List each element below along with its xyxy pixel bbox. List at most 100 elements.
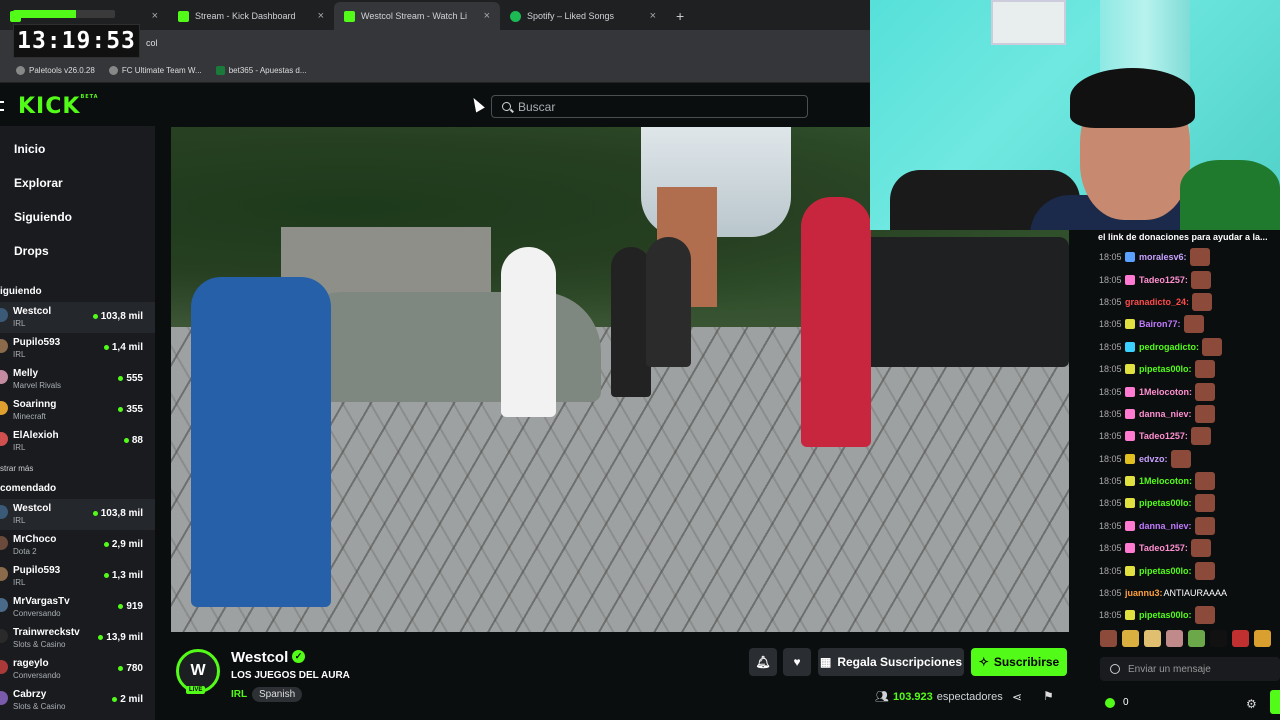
show-more-link[interactable]: strar más: [0, 457, 155, 479]
gift-icon: ▦: [819, 655, 832, 669]
subscribe-button[interactable]: ✧ Suscribirse: [971, 648, 1067, 676]
channel-category: Conversando: [13, 609, 61, 618]
avatar: [0, 308, 8, 322]
language-tag[interactable]: Spanish: [252, 687, 303, 702]
live-dot-icon: [118, 666, 124, 671]
sidebar-channel[interactable]: Cabrzy Slots & Casino 2 mil: [0, 685, 155, 716]
browser-tab-spotify[interactable]: Spotify – Liked Songs ×: [500, 2, 666, 30]
gift-subscriptions-button[interactable]: ▦ Regala Suscripciones: [818, 648, 964, 676]
channel-name: Cabrzy: [13, 689, 47, 700]
channel-name: ElAlexioh: [13, 430, 59, 441]
emote-icon[interactable]: [1210, 630, 1227, 647]
message-username[interactable]: Tadeo1257:: [1139, 543, 1188, 553]
sidebar-channel[interactable]: Westcol IRL 103,8 mil: [0, 302, 155, 333]
report-icon[interactable]: ⚑: [1043, 689, 1054, 703]
channel-name: MrChoco: [13, 534, 57, 545]
live-dot-icon: [123, 438, 129, 443]
close-icon[interactable]: ×: [318, 10, 324, 22]
chat-message: 18:05 pipetas00lo:: [1085, 492, 1280, 514]
sidebar-channel[interactable]: Westcol IRL 103,8 mil: [0, 499, 155, 530]
follow-button[interactable]: ♥: [783, 648, 811, 676]
avatar: [0, 432, 8, 446]
new-tab-button[interactable]: +: [666, 2, 694, 30]
message-username[interactable]: Bairon77:: [1139, 319, 1181, 329]
chat-send-button[interactable]: [1270, 690, 1280, 714]
kick-logo[interactable]: KICKBETA: [18, 94, 99, 119]
sidebar-channel[interactable]: rageylo Conversando 780: [0, 654, 155, 685]
sidebar-channel[interactable]: MrChoco Dota 2 2,9 mil: [0, 530, 155, 561]
emote-icon[interactable]: [1122, 630, 1139, 647]
live-dot-icon: [92, 511, 98, 516]
emote-icon[interactable]: [1100, 630, 1117, 647]
message-time: 18:05: [1099, 588, 1122, 599]
notifications-button[interactable]: 🔔︎: [749, 648, 777, 676]
browser-tab-westcol-stream[interactable]: Westcol Stream - Watch Li ×: [334, 2, 500, 30]
message-username[interactable]: 1Melocoton:: [1139, 476, 1192, 486]
message-username[interactable]: danna_niev:: [1139, 521, 1192, 531]
channel-viewers: 103,8 mil: [92, 311, 143, 322]
close-icon[interactable]: ×: [484, 10, 490, 22]
bookmark-label: Paletools v26.0.28: [29, 65, 95, 75]
sidebar-channel[interactable]: Pupilo593 IRL 1,3 mil: [0, 561, 155, 592]
message-username[interactable]: Tadeo1257:: [1139, 431, 1188, 441]
emote-icon[interactable]: [1188, 630, 1205, 647]
bookmark-paletools[interactable]: Paletools v26.0.28: [16, 65, 95, 75]
channel-name[interactable]: Westcol: [231, 649, 288, 666]
viewer-number: 103.923: [892, 690, 933, 703]
message-username[interactable]: danna_niev:: [1139, 409, 1192, 419]
emote-icon: [1190, 539, 1211, 558]
webcam-air-conditioner: [991, 0, 1066, 45]
message-username[interactable]: Tadeo1257:: [1139, 275, 1188, 285]
message-username[interactable]: pipetas00lo:: [1139, 498, 1192, 508]
sidebar-channel[interactable]: Soarinng Minecraft 355: [0, 395, 155, 426]
emote-icon[interactable]: [1166, 630, 1183, 647]
nav-siguiendo[interactable]: Siguiendo: [0, 200, 155, 234]
bookmark-label: bet365 - Apuestas d...: [228, 65, 307, 75]
close-icon[interactable]: ×: [650, 10, 656, 22]
video-person-blue: [191, 277, 331, 607]
message-username[interactable]: edvzo:: [1139, 454, 1168, 464]
message-username[interactable]: juannu3:: [1125, 588, 1163, 598]
chat-input[interactable]: Enviar un mensaje: [1100, 657, 1280, 681]
search-input[interactable]: Buscar: [491, 95, 808, 118]
chat-pinned-message[interactable]: el link de donaciones para ayudar a la..…: [1085, 232, 1280, 246]
viewer-label: espectadores: [936, 690, 1003, 703]
emote-icon[interactable]: [1232, 630, 1249, 647]
video-person-red: [801, 197, 871, 447]
badge-icon: [1125, 341, 1135, 352]
message-username[interactable]: pipetas00lo:: [1139, 610, 1192, 620]
channel-name: Westcol: [13, 306, 52, 317]
emoji-icon[interactable]: [1110, 664, 1120, 674]
message-username[interactable]: moralesv6:: [1139, 252, 1187, 262]
share-icon[interactable]: ⋖: [1012, 690, 1022, 704]
emote-icon: [1183, 315, 1204, 334]
sidebar-channel[interactable]: Trainwreckstv Slots & Casino 13,9 mil: [0, 623, 155, 654]
message-username[interactable]: pedrogadicto:: [1139, 342, 1199, 352]
category-tag[interactable]: IRL: [231, 689, 247, 700]
emote-icon[interactable]: [1144, 630, 1161, 647]
message-username[interactable]: pipetas00lo:: [1139, 566, 1192, 576]
menu-icon[interactable]: [0, 101, 4, 111]
sidebar-channel[interactable]: ElAlexioh IRL 88: [0, 426, 155, 457]
message-username[interactable]: 1Melocoton:: [1139, 387, 1192, 397]
close-icon[interactable]: ×: [152, 10, 158, 22]
sidebar-channel[interactable]: Melly Marvel Rivals 555: [0, 364, 155, 395]
bookmark-bet365[interactable]: bet365 - Apuestas d...: [215, 65, 307, 75]
sidebar-channel[interactable]: MrVargasTv Conversando 919: [0, 592, 155, 623]
nav-drops[interactable]: Drops: [0, 234, 155, 268]
nav-inicio[interactable]: Inicio: [0, 132, 155, 166]
bookmark-fc-ultimate-team[interactable]: FC Ultimate Team W...: [108, 65, 202, 75]
gear-icon[interactable]: ⚙: [1246, 697, 1257, 711]
nav-explorar[interactable]: Explorar: [0, 166, 155, 200]
search-placeholder: Buscar: [518, 99, 556, 114]
sidebar-channel[interactable]: Pupilo593 IRL 1,4 mil: [0, 333, 155, 364]
live-dot-icon: [98, 635, 104, 640]
overlay-clock: 13:19:53: [13, 24, 140, 58]
message-username[interactable]: pipetas00lo:: [1139, 364, 1192, 374]
chat-message: 18:05 edvzo:: [1085, 448, 1280, 470]
badge-icon: [1125, 252, 1135, 263]
message-time: 18:05: [1099, 319, 1122, 330]
message-username[interactable]: granadicto_24:: [1125, 297, 1189, 307]
browser-tab-kick-dashboard[interactable]: Stream - Kick Dashboard ×: [168, 2, 334, 30]
emote-icon[interactable]: [1254, 630, 1271, 647]
